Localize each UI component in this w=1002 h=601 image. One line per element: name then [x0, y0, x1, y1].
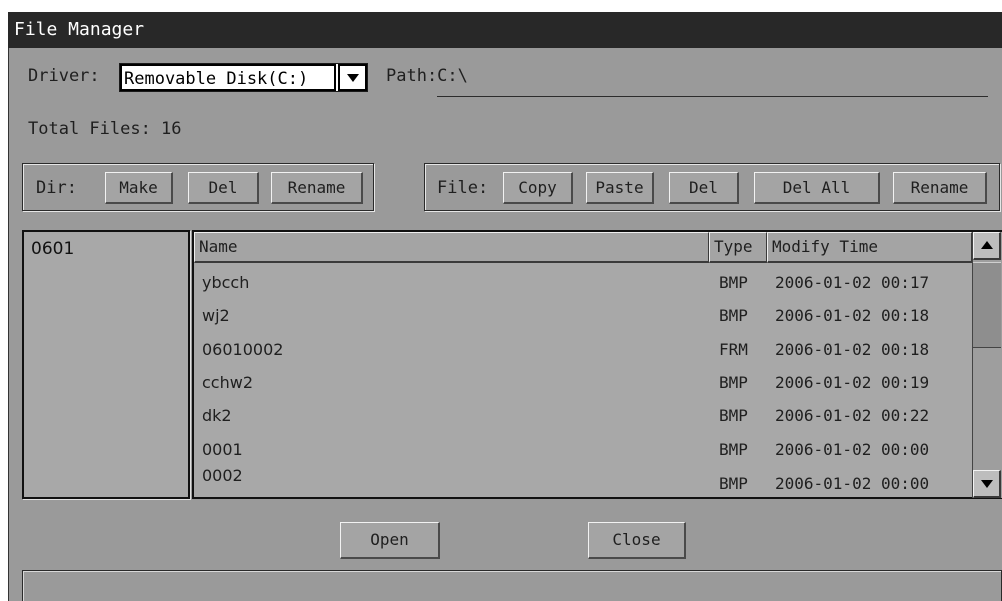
file-name-cell[interactable]: 0002 [202, 466, 243, 485]
file-modify-time-cell[interactable]: 2006-01-02 00:18 [775, 340, 929, 359]
file-modify-time-cell[interactable]: 2006-01-02 00:00 [775, 440, 929, 459]
dir-group-label: Dir: [36, 178, 77, 198]
path-field-underline [437, 96, 988, 97]
file-name-cell[interactable]: wj2 [202, 306, 230, 325]
driver-select-value[interactable]: Removable Disk(C:) [120, 64, 336, 91]
file-name-cell[interactable]: 06010002 [202, 340, 283, 359]
file-paste-button[interactable]: Paste [586, 172, 654, 204]
dir-del-button[interactable]: Del [188, 172, 259, 204]
file-type-cell[interactable]: BMP [719, 373, 748, 392]
file-type-cell[interactable]: BMP [719, 474, 748, 493]
file-rename-button[interactable]: Rename [893, 172, 987, 204]
file-modify-time-cell[interactable]: 2006-01-02 00:17 [775, 273, 929, 292]
file-name-cell[interactable]: dk2 [202, 406, 232, 425]
file-type-cell[interactable]: FRM [719, 340, 748, 359]
arrow-up-icon[interactable] [973, 232, 1001, 260]
file-type-cell[interactable]: BMP [719, 306, 748, 325]
dir-make-button[interactable]: Make [105, 172, 173, 204]
file-copy-button[interactable]: Copy [503, 172, 573, 204]
file-type-cell[interactable]: BMP [719, 440, 748, 459]
file-modify-time-cell[interactable]: 2006-01-02 00:22 [775, 406, 929, 425]
open-button[interactable]: Open [340, 522, 440, 559]
file-del-all-button[interactable]: Del All [754, 172, 880, 204]
driver-label: Driver: [28, 66, 100, 86]
path-label: Path:C:\ [386, 66, 468, 86]
file-type-cell[interactable]: BMP [719, 273, 748, 292]
column-header-type[interactable]: Type [709, 232, 767, 263]
file-group-label: File: [437, 178, 489, 198]
arrow-down-icon[interactable] [973, 470, 1001, 498]
window-title: File Manager [8, 12, 1002, 48]
file-name-cell[interactable]: 0001 [202, 440, 243, 459]
close-button[interactable]: Close [588, 522, 686, 559]
scrollbar-thumb[interactable] [973, 262, 1001, 348]
file-modify-time-cell[interactable]: 2006-01-02 00:00 [775, 474, 929, 493]
column-header-modify-time[interactable]: Modify Time [767, 232, 972, 263]
file-type-cell[interactable]: BMP [719, 406, 748, 425]
file-name-cell[interactable]: cchw2 [202, 373, 253, 392]
column-header-name[interactable]: Name [194, 232, 709, 263]
chevron-down-icon[interactable] [338, 64, 367, 91]
file-name-cell[interactable]: ybcch [202, 273, 249, 292]
dir-rename-button[interactable]: Rename [271, 172, 363, 204]
file-del-button[interactable]: Del [669, 172, 739, 204]
status-area [22, 570, 1002, 601]
total-files-label: Total Files: 16 [28, 119, 182, 139]
directory-list[interactable] [22, 230, 190, 499]
file-modify-time-cell[interactable]: 2006-01-02 00:19 [775, 373, 929, 392]
directory-item[interactable]: 0601 [31, 239, 74, 259]
file-modify-time-cell[interactable]: 2006-01-02 00:18 [775, 306, 929, 325]
